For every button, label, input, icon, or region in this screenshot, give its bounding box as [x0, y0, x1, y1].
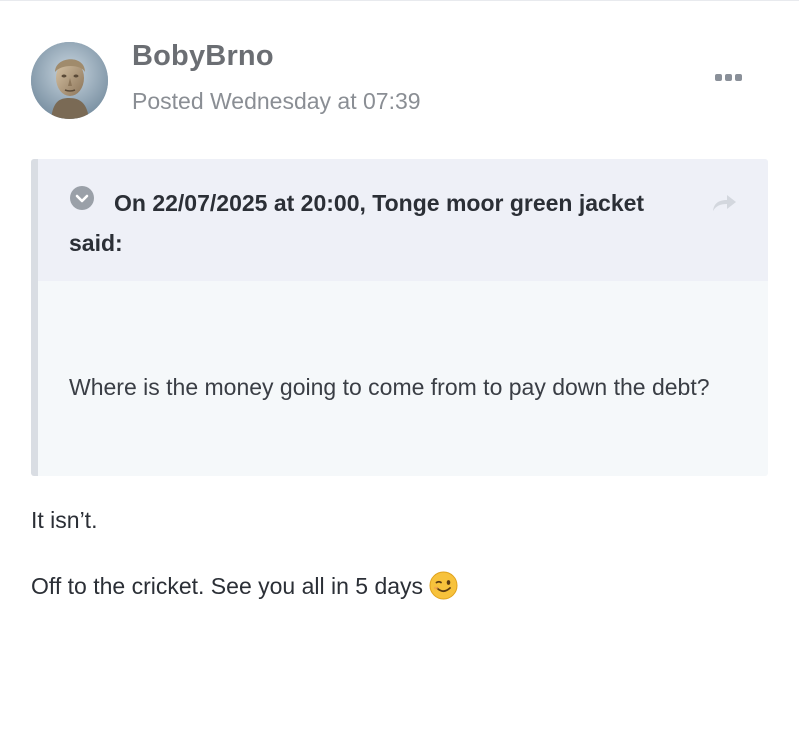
menu-dot [714, 73, 722, 81]
menu-dot [724, 73, 732, 81]
chevron-down-circle-icon[interactable] [70, 186, 94, 210]
menu-dot [734, 73, 742, 81]
post-text-line: It isn’t. [31, 507, 98, 533]
quote-block: On 22/07/2025 at 20:00, Tonge moor green… [31, 159, 768, 476]
avatar[interactable] [31, 42, 108, 119]
author-name[interactable]: BobyBrno [132, 40, 274, 73]
winking-face-icon [429, 571, 458, 600]
post-timestamp[interactable]: Posted Wednesday at 07:39 [132, 88, 421, 115]
forum-post: BobyBrno Posted Wednesday at 07:39 On 22… [0, 0, 799, 750]
share-arrow-icon[interactable] [709, 191, 739, 215]
more-options-icon[interactable] [708, 66, 748, 88]
post-text-line-with-emoji: Off to the cricket. See you all in 5 day… [31, 571, 458, 600]
quote-body: Where is the money going to come from to… [69, 374, 710, 400]
post-text: Off to the cricket. See you all in 5 day… [31, 573, 424, 599]
quote-citation: On 22/07/2025 at 20:00, Tonge moor green… [69, 190, 645, 256]
